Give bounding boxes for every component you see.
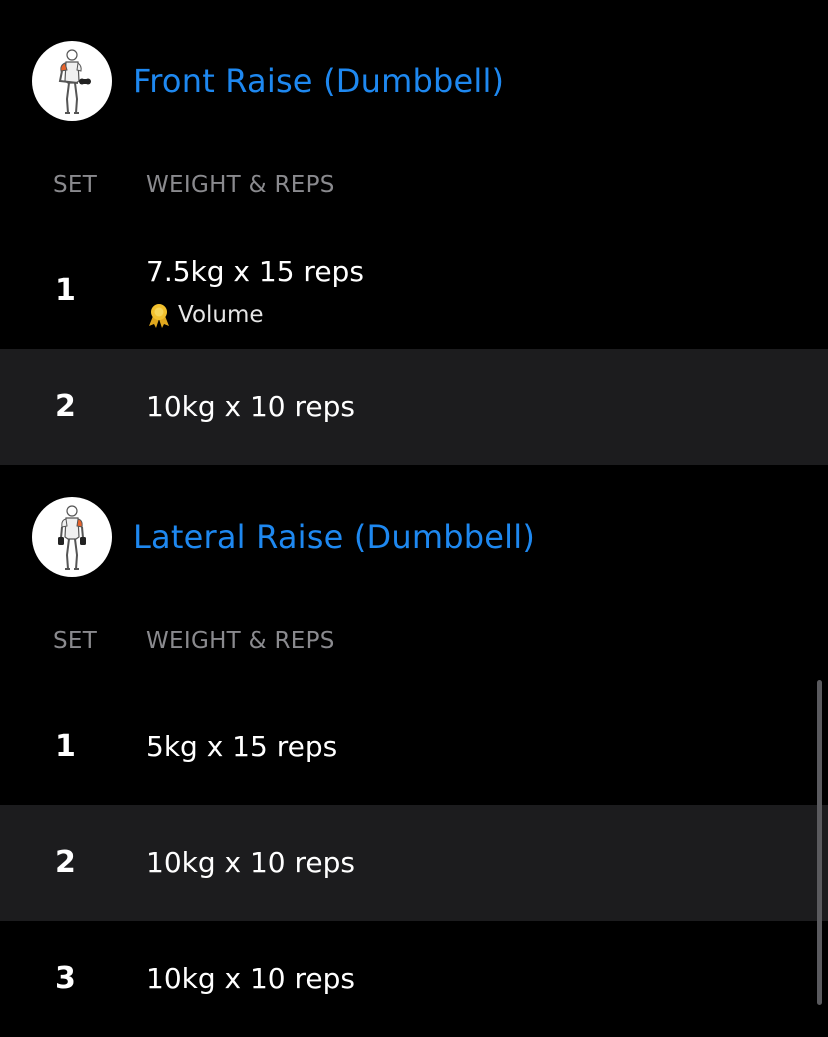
set-row: 1 7.5kg x 15 reps Volume	[0, 233, 828, 349]
set-number: 2	[55, 845, 76, 880]
exercise-header-front-raise[interactable]: Front Raise (Dumbbell)	[0, 41, 828, 121]
set-number: 2	[55, 389, 76, 424]
pr-badge: Volume	[146, 300, 264, 330]
set-row: 1 5kg x 15 reps	[0, 689, 828, 805]
front-raise-figure-icon	[58, 49, 91, 114]
set-weight-reps: 10kg x 10 reps	[146, 962, 356, 995]
set-row: 2 10kg x 10 reps	[0, 349, 828, 465]
set-number: 1	[55, 729, 76, 764]
set-column-header: SET	[53, 628, 98, 654]
set-weight-reps: 10kg x 10 reps	[146, 390, 356, 423]
set-column-header: SET	[53, 172, 98, 198]
exercise-title[interactable]: Front Raise (Dumbbell)	[133, 41, 504, 121]
lateral-raise-figure-icon	[58, 505, 86, 570]
set-row: 3 10kg x 10 reps	[0, 921, 828, 1005]
column-headers: SET WEIGHT & REPS	[0, 165, 828, 205]
set-row: 2 10kg x 10 reps	[0, 805, 828, 921]
weight-reps-column-header: WEIGHT & REPS	[146, 628, 335, 654]
weight-reps-column-header: WEIGHT & REPS	[146, 172, 335, 198]
pr-badge-label: Volume	[178, 302, 264, 328]
set-number: 1	[55, 273, 76, 308]
exercise-header-lateral-raise[interactable]: Lateral Raise (Dumbbell)	[0, 497, 828, 577]
column-headers: SET WEIGHT & REPS	[0, 621, 828, 661]
set-weight-reps: 5kg x 15 reps	[146, 730, 338, 763]
set-number: 3	[55, 961, 76, 996]
medal-icon	[149, 304, 169, 328]
set-weight-reps: 7.5kg x 15 reps	[146, 255, 364, 288]
exercise-title[interactable]: Lateral Raise (Dumbbell)	[133, 497, 535, 577]
scrollbar[interactable]	[817, 680, 822, 1005]
set-weight-reps: 10kg x 10 reps	[146, 846, 356, 879]
exercise-avatar[interactable]	[32, 497, 112, 577]
exercise-avatar[interactable]	[32, 41, 112, 121]
